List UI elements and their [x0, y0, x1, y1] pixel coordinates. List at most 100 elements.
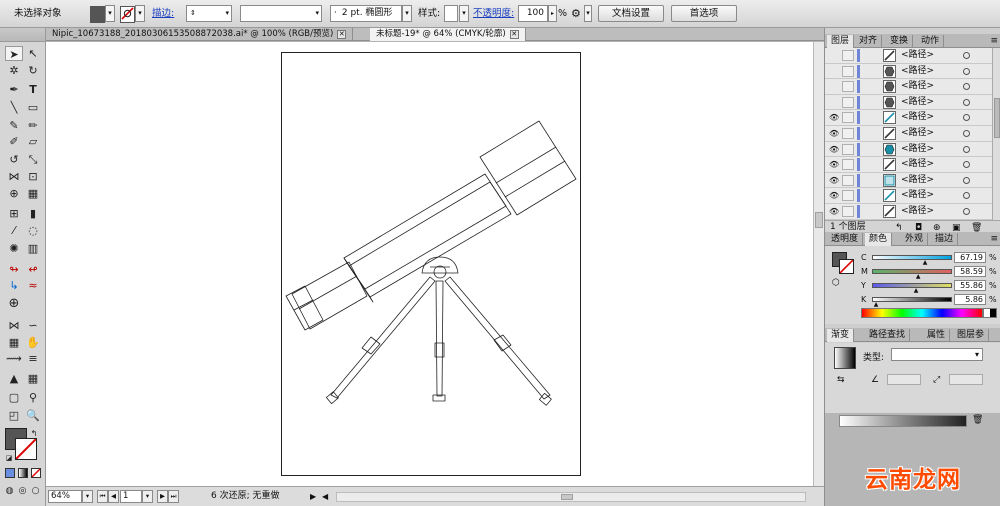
scroll-left-arrow[interactable]: ◀ — [322, 490, 328, 503]
zoom-tool-icon[interactable]: 🔍 — [24, 408, 42, 423]
type-tool-icon[interactable]: T — [24, 82, 42, 97]
layer-name[interactable]: <路径> — [901, 95, 934, 110]
lock-toggle[interactable] — [842, 65, 854, 77]
live-paint-tool-icon[interactable]: ▲ — [5, 371, 23, 386]
target-circle-icon[interactable] — [963, 208, 970, 215]
previous-artboard-button[interactable]: ◀ — [108, 490, 119, 503]
tripod-head[interactable] — [421, 256, 459, 279]
scrollbar-thumb[interactable] — [815, 212, 823, 228]
align-tool-icon[interactable]: ↳ — [5, 278, 23, 293]
stroke-panel-link[interactable]: 描边: — [152, 5, 174, 22]
curvature-tool-icon[interactable]: ↬ — [5, 262, 23, 277]
tab-transparency[interactable]: 透明度 — [827, 233, 864, 246]
knife-tool-icon[interactable]: ⚲ — [24, 390, 42, 405]
layer-row[interactable]: <路径> — [825, 95, 992, 111]
perspective-grid-tool-icon[interactable]: ▦ — [24, 186, 42, 201]
color-stroke-box[interactable] — [839, 259, 854, 274]
style-dropdown-arrow[interactable]: ▾ — [459, 5, 469, 22]
target-circle-icon[interactable] — [963, 83, 970, 91]
layer-row[interactable]: 👁 <路径> — [825, 204, 992, 220]
tab-appearance[interactable]: 外观 — [901, 233, 929, 246]
gradient-angle-field[interactable] — [887, 374, 921, 385]
layer-name[interactable]: <路径> — [901, 79, 934, 94]
visibility-eye-icon[interactable]: 👁 — [829, 129, 839, 138]
tripod-leg-center[interactable] — [432, 280, 446, 402]
tab-color[interactable]: 颜色 — [865, 233, 893, 246]
direct-selection-tool-icon[interactable]: ↖ — [24, 46, 42, 61]
gradient-aspect-field[interactable] — [949, 374, 983, 385]
wave-tool-icon[interactable]: ≈ — [24, 278, 42, 293]
target-circle-icon[interactable] — [963, 98, 970, 106]
artboard-dropdown-arrow[interactable]: ▾ — [142, 490, 153, 503]
artboard-number-field[interactable]: 1 — [120, 490, 142, 503]
brush-definition-field[interactable]: · 2 pt. 椭圆形 — [330, 5, 402, 22]
channel-value-field[interactable]: 58.59 — [954, 266, 986, 277]
screen-mode-icon[interactable]: ○ — [29, 484, 42, 499]
scissors-tool-icon[interactable]: ∽ — [24, 318, 42, 333]
last-artboard-button[interactable]: ⏭ — [168, 490, 179, 503]
eyedropper-tool-icon[interactable]: ⁄ — [5, 223, 23, 238]
stroke-weight-field[interactable]: ⇕ ▾ — [186, 5, 232, 22]
free-transform-tool-icon[interactable]: ⊡ — [24, 169, 42, 184]
gradient-mode-icon[interactable] — [18, 468, 28, 478]
lasso-tool-icon[interactable]: ↻ — [24, 63, 42, 78]
pen-tool-icon[interactable]: ✒ — [5, 82, 23, 97]
telescope-rear-barrel[interactable] — [479, 120, 577, 216]
stroke-color-swatch[interactable] — [120, 6, 135, 23]
recolor-dropdown-arrow[interactable]: ▾ — [584, 5, 592, 22]
color-mode-icon[interactable] — [5, 468, 15, 478]
brush-dropdown-arrow[interactable]: ▾ — [402, 5, 412, 22]
first-artboard-button[interactable]: ⏮ — [97, 490, 108, 503]
layer-name[interactable]: <路径> — [901, 173, 934, 188]
layer-row[interactable]: 👁 <路径> — [825, 142, 992, 158]
symbol-sprayer-tool-icon[interactable]: ✺ — [5, 241, 23, 256]
channel-value-field[interactable]: 67.19 — [954, 252, 986, 263]
visibility-eye-icon[interactable]: 👁 — [829, 160, 839, 169]
channel-slider[interactable] — [872, 283, 952, 288]
target-circle-icon[interactable] — [963, 130, 970, 137]
reverse-gradient-icon[interactable]: ⇆ — [837, 375, 845, 385]
live-paint-selection-tool-icon[interactable]: ▦ — [24, 371, 42, 386]
layer-name[interactable]: <路径> — [901, 142, 934, 157]
target-circle-icon[interactable] — [963, 52, 970, 59]
slice-tool-icon[interactable]: ⋈ — [5, 318, 23, 333]
tab-layer-comps[interactable]: 图层参 — [953, 329, 990, 342]
canvas-vertical-scrollbar[interactable] — [813, 42, 824, 486]
recolor-artwork-icon[interactable]: ⚙ — [571, 5, 581, 22]
zoom-field[interactable]: 64% — [48, 490, 82, 503]
artboard-tool-icon[interactable]: ▦ — [5, 335, 23, 350]
visibility-eye-icon[interactable]: 👁 — [829, 113, 839, 122]
layer-name[interactable]: <路径> — [901, 64, 934, 79]
channel-value-field[interactable]: 55.86 — [954, 280, 986, 291]
doc-tab-untitled-19[interactable]: 未标题-19* @ 64% (CMYK/轮廓) ✕ — [370, 28, 526, 41]
target-circle-icon[interactable] — [963, 67, 970, 75]
print-tiling-tool-icon[interactable]: ⟿ — [5, 351, 23, 366]
visibility-eye-icon[interactable]: 👁 — [829, 176, 839, 185]
channel-slider[interactable] — [872, 269, 952, 274]
crosshair-tool-icon[interactable]: ⊕ — [5, 296, 23, 311]
canvas-area[interactable] — [46, 42, 813, 486]
layer-name[interactable]: <路径> — [901, 204, 934, 219]
eraser-tool-icon[interactable]: ▱ — [24, 134, 42, 149]
tab-pathfinder[interactable]: 路径查找 — [865, 329, 911, 342]
telescope-front-cap[interactable] — [285, 285, 324, 331]
lock-toggle[interactable] — [842, 143, 854, 155]
canvas-horizontal-scrollbar[interactable] — [336, 492, 806, 502]
blend-tool-icon[interactable]: ◌ — [24, 223, 42, 238]
layer-row[interactable]: <路径> — [825, 79, 992, 95]
visibility-eye-icon[interactable] — [829, 98, 839, 107]
layer-row[interactable]: <路径> — [825, 64, 992, 80]
gradient-type-select[interactable]: ▾ — [891, 348, 983, 361]
lock-toggle[interactable] — [842, 81, 854, 93]
selection-tool-icon[interactable]: ➤ — [5, 46, 23, 61]
tripod-leg-left[interactable] — [325, 276, 436, 405]
column-graph-tool-icon[interactable]: ▥ — [24, 241, 42, 256]
scrollbar-thumb[interactable] — [561, 494, 573, 500]
layer-name[interactable]: <路径> — [901, 110, 934, 125]
fill-color-swatch[interactable] — [90, 6, 105, 23]
tools-panel-grip[interactable] — [0, 28, 45, 42]
opacity-field[interactable]: 100 — [518, 5, 548, 22]
next-artboard-button[interactable]: ▶ — [157, 490, 168, 503]
scale-tool-icon[interactable]: ⤡ — [24, 152, 42, 167]
warp-tool-icon[interactable]: ↫ — [24, 262, 42, 277]
